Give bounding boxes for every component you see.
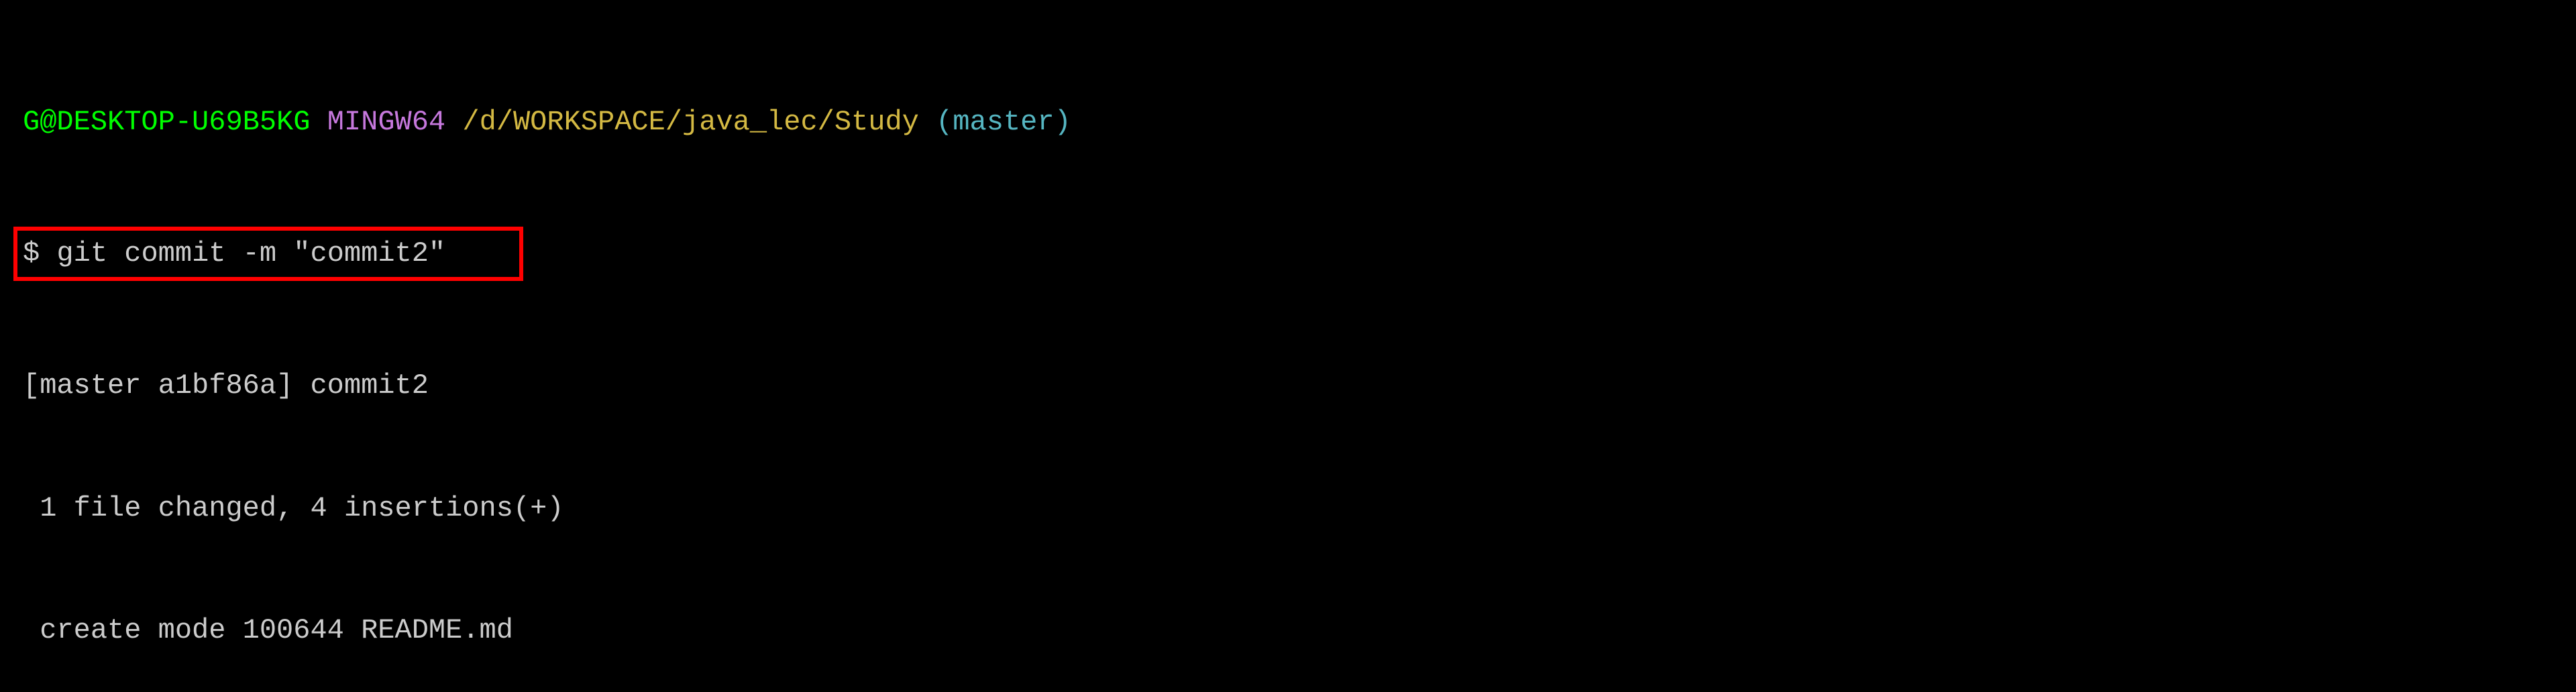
prompt-path: /d/WORKSPACE/java_lec/Study <box>462 106 919 138</box>
command-line[interactable]: $ git commit -m "commit2" <box>13 227 523 281</box>
prompt-user-host: G@DESKTOP-U69B5KG <box>23 106 310 138</box>
prompt-env: MINGW64 <box>327 106 445 138</box>
output-line-1: [master a1bf86a] commit2 <box>13 365 2563 406</box>
command-text: git commit -m "commit2" <box>56 237 445 270</box>
output-line-3: create mode 100644 README.md <box>13 610 2563 651</box>
prompt-symbol: $ <box>23 237 40 270</box>
terminal-output: G@DESKTOP-U69B5KG MINGW64 /d/WORKSPACE/j… <box>13 20 2563 692</box>
prompt-branch: (master) <box>936 106 1071 138</box>
prompt-line: G@DESKTOP-U69B5KG MINGW64 /d/WORKSPACE/j… <box>13 102 2563 143</box>
output-line-2: 1 file changed, 4 insertions(+) <box>13 488 2563 529</box>
command-line-highlight: $ git commit -m "commit2" <box>13 224 2563 284</box>
